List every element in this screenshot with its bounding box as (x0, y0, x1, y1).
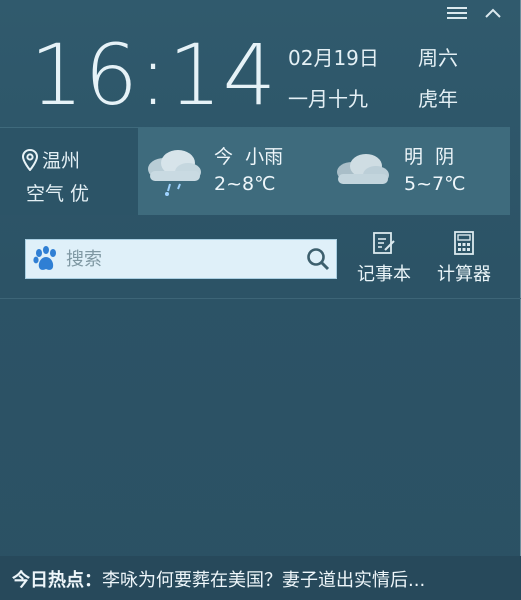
date-info: 02月19日 周六 一月十九 虎年 (288, 42, 478, 112)
calculator-label: 计算器 (437, 264, 491, 285)
calculator-icon (454, 231, 474, 255)
search-tools-row: 记事本 计算器 (0, 226, 521, 299)
forecast-day-tomorrow: 明 (404, 146, 424, 168)
city-name: 温州 (42, 150, 81, 172)
search-icon (307, 248, 330, 271)
news-ticker[interactable]: 今日热点：李咏为何要葬在美国？妻子道出实情后... (0, 556, 521, 600)
chevron-up-icon (485, 8, 501, 18)
forecast-condition-tomorrow: 阴 (435, 146, 455, 168)
forecast-today[interactable]: 今 小雨 2~8℃ (138, 127, 330, 215)
collapse-button[interactable] (482, 2, 504, 24)
clock-time: 16:14 (30, 26, 278, 124)
desktop-widget-panel: 16:14 02月19日 周六 一月十九 虎年 温州 空气 优 今 小雨 2~8… (0, 0, 521, 600)
air-quality: 空气 优 (26, 183, 90, 205)
notepad-button[interactable]: 记事本 (348, 230, 420, 286)
news-title: 今日热点： (12, 570, 102, 591)
lunar-date-text: 一月十九 (288, 87, 368, 111)
search-input[interactable] (62, 240, 300, 278)
hamburger-menu-icon (447, 7, 467, 19)
calculator-button[interactable]: 计算器 (428, 230, 500, 286)
date-text: 02月19日 (288, 46, 379, 70)
forecast-temp-today: 2~8℃ (214, 173, 276, 195)
forecast-day-today: 今 (214, 146, 234, 168)
menu-button[interactable] (446, 2, 468, 24)
search-button[interactable] (300, 240, 336, 278)
forecast-tomorrow[interactable]: 明 阴 5~7℃ (330, 127, 510, 215)
baidu-paw-icon (33, 246, 56, 270)
notepad-label: 记事本 (357, 264, 411, 285)
light-rain-cloud-icon (148, 150, 201, 196)
forecast-box: 今 小雨 2~8℃ 明 阴 5~7℃ (138, 127, 510, 215)
search-box (25, 239, 337, 279)
location-box[interactable]: 温州 空气 优 (0, 127, 138, 215)
weekday-text: 周六 (418, 46, 458, 70)
overcast-cloud-icon (337, 154, 389, 184)
window-controls (446, 2, 504, 24)
forecast-condition-today: 小雨 (245, 146, 284, 168)
news-headline-link[interactable]: 李咏为何要葬在美国？妻子道出实情后... (102, 570, 425, 591)
zodiac-year-text: 虎年 (418, 87, 458, 111)
location-pin-icon (22, 148, 38, 171)
weather-strip: 温州 空气 优 今 小雨 2~8℃ 明 阴 5~7℃ (0, 127, 510, 215)
clock-section: 16:14 02月19日 周六 一月十九 虎年 (30, 30, 500, 122)
notepad-icon (373, 232, 395, 254)
forecast-temp-tomorrow: 5~7℃ (404, 173, 466, 195)
